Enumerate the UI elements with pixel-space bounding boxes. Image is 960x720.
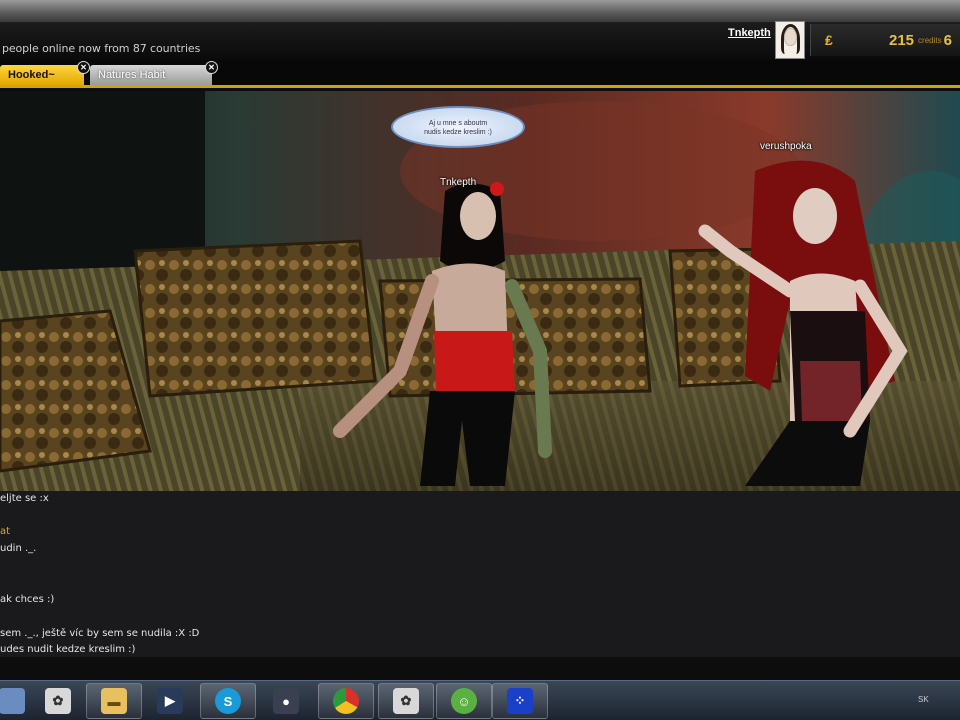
window-top-strip (0, 0, 960, 22)
taskbar-item[interactable]: ☺ (436, 683, 492, 719)
chat-line: udes nudit kedze kreslim :) (0, 644, 136, 655)
tray-language[interactable]: SK (918, 695, 929, 704)
close-icon[interactable]: ✕ (205, 61, 218, 74)
credits-cut: 6 (943, 31, 952, 49)
username-link[interactable]: Tnkepth (728, 27, 771, 39)
avatar-name-left[interactable]: Tnkepth (440, 177, 476, 188)
chat-sender-name[interactable]: at (0, 526, 10, 537)
credits-label: credits (918, 35, 942, 45)
taskbar-item[interactable]: ⁘ (492, 683, 548, 719)
taskbar-item[interactable]: ● (258, 683, 314, 719)
avatar-face (783, 28, 797, 46)
imvu-icon: ✿ (45, 688, 71, 714)
credits-amount: 215 (889, 31, 915, 49)
chat-log[interactable]: eljte se :x at udin ._. ak chces :) sem … (0, 491, 960, 657)
avatar-name-right[interactable]: verushpoka (760, 141, 812, 152)
room-tab-bar: Hooked~ ✕ Natures Habit ✕ (0, 60, 960, 88)
taskbar-item[interactable]: ✿ (30, 683, 86, 719)
user-avatar[interactable] (774, 21, 805, 59)
windows-taskbar: ✿ ▬ ▶ S ● ✿ ☺ ⁘ (0, 680, 960, 720)
tab-label: Natures Habit (98, 69, 166, 81)
messenger-icon: ☺ (451, 688, 477, 714)
tab-label: Hooked~ (8, 69, 55, 81)
scene-drawing (0, 91, 960, 491)
imvu-icon: ✿ (393, 688, 419, 714)
app-icon: ● (273, 688, 299, 714)
taskbar-item[interactable] (318, 683, 374, 719)
chat-line: sem ._., ještě víc by sem se nudila :X :… (0, 628, 200, 639)
skype-icon: S (215, 688, 241, 714)
taskbar-item[interactable]: ✿ (378, 683, 434, 719)
chat-line: udin ._. (0, 543, 37, 554)
user-box[interactable]: Tnkepth (728, 21, 805, 59)
taskbar-item[interactable]: S (200, 683, 256, 719)
credits-coin-icon: ₤ (825, 32, 833, 48)
speech-bubble-text: Aj u mne s aboutm nudis kedze kreslim :) (424, 120, 492, 136)
room-scene[interactable]: Aj u mne s aboutm nudis kedze kreslim :)… (0, 91, 960, 491)
start-icon (0, 688, 25, 714)
credits-panel[interactable]: ₤ 215 credits 6 (810, 24, 960, 56)
folder-icon: ▬ (101, 688, 127, 714)
chat-line: eljte se :x (0, 493, 49, 504)
close-icon[interactable]: ✕ (77, 61, 90, 74)
chat-line: ak chces :) (0, 594, 55, 605)
taskbar-item[interactable]: ▬ (86, 683, 142, 719)
speech-bubble: Aj u mne s aboutm nudis kedze kreslim :) (391, 106, 525, 148)
taskbar-item[interactable]: ▶ (142, 683, 198, 719)
tab-natures-habit[interactable]: Natures Habit ✕ (90, 61, 218, 85)
tab-hooked[interactable]: Hooked~ ✕ (0, 61, 90, 85)
media-player-icon: ▶ (157, 688, 183, 714)
online-count-text: people online now from 87 countries (2, 42, 201, 55)
game-icon: ⁘ (507, 688, 533, 714)
chrome-icon (333, 688, 359, 714)
